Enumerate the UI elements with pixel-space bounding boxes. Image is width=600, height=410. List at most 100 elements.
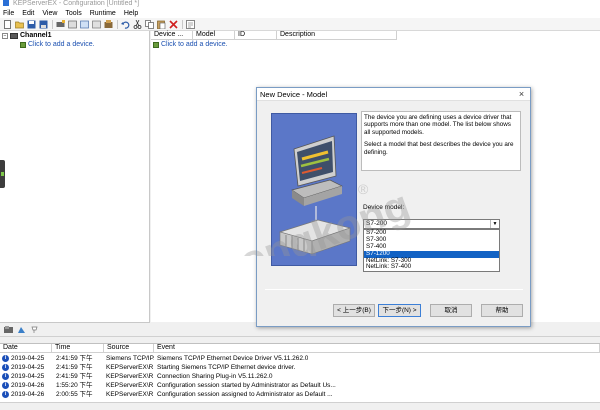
copy-icon[interactable] — [145, 19, 154, 29]
log-event: Siemens TCP/IP Ethernet Device Driver V5… — [157, 355, 309, 362]
dialog-description: The device you are defining uses a devic… — [361, 111, 521, 171]
channel-label: Channel1 — [20, 32, 52, 39]
close-icon[interactable]: × — [517, 90, 526, 99]
new-device-icon[interactable] — [68, 20, 77, 29]
back-button[interactable]: < 上一步(B) — [333, 304, 375, 317]
add-device-link[interactable]: Click to add a device. — [161, 41, 228, 49]
menu-edit[interactable]: Edit — [22, 10, 34, 17]
add-device-link[interactable]: Click to add a device. — [28, 41, 95, 49]
log-date: 2019-04-25 — [11, 355, 45, 362]
alias-icon[interactable] — [17, 326, 26, 334]
new-tag-icon[interactable] — [80, 20, 89, 29]
collapse-icon[interactable]: − — [2, 33, 8, 39]
device-model-dropdown[interactable]: S7-200 S7-300 S7-400 S7-1200 NetLink: S7… — [363, 229, 500, 272]
device-model-value: S7-200 — [366, 220, 387, 227]
toolbar-separator — [52, 19, 53, 29]
log-event: Configuration session assigned to Admini… — [157, 391, 333, 398]
log-date: 2019-04-25 — [11, 373, 45, 380]
cut-icon[interactable] — [133, 19, 142, 29]
description-text: The device you are defining uses a devic… — [364, 114, 512, 136]
log-header-source[interactable]: Source — [104, 344, 154, 353]
model-option[interactable]: NetLink: S7-400 — [364, 264, 499, 271]
paste-icon[interactable] — [157, 20, 166, 29]
event-icon[interactable] — [30, 326, 39, 334]
log-time: 2:41:59 下午 — [56, 355, 93, 362]
log-header-date[interactable]: Date — [0, 344, 52, 353]
dialog-title: New Device - Model — [260, 89, 328, 99]
log-date: 2019-04-26 — [11, 391, 45, 398]
log-row[interactable]: i 2019-04-25 2:41:59 下午 Siemens TCP/IP..… — [0, 354, 600, 363]
log-event: Connection Sharing Plug-in V5.11.262.0 — [157, 373, 273, 380]
tree-toolbar — [0, 322, 150, 336]
pane-splitter[interactable] — [0, 336, 600, 343]
menu-runtime[interactable]: Runtime — [90, 10, 116, 17]
device-model-select[interactable]: S7-200 ▼ — [363, 219, 500, 229]
log-source: KEPServerEX\R... — [106, 391, 154, 398]
log-source: KEPServerEX\R... — [106, 364, 154, 371]
undo-icon[interactable] — [121, 20, 130, 29]
menu-tools[interactable]: Tools — [65, 10, 81, 17]
channel-icon — [10, 33, 18, 39]
toolbar-separator — [117, 19, 118, 29]
log-date: 2019-04-25 — [11, 364, 45, 371]
log-row[interactable]: i 2019-04-26 2:00:55 下午 KEPServerEX\R...… — [0, 390, 600, 399]
import-icon[interactable] — [104, 19, 113, 29]
log-row[interactable]: i 2019-04-25 2:41:59 下午 KEPServerEX\R...… — [0, 372, 600, 381]
new-group-icon[interactable] — [92, 20, 101, 29]
description-instruction: Select a model that best describes the d… — [364, 141, 514, 156]
chevron-down-icon[interactable]: ▼ — [490, 220, 499, 228]
info-icon: i — [2, 373, 9, 380]
log-row[interactable]: i 2019-04-25 2:41:59 下午 KEPServerEX\R...… — [0, 363, 600, 372]
dialog-title-bar: New Device - Model × — [257, 88, 530, 101]
menu-help[interactable]: Help — [124, 10, 138, 17]
log-date: 2019-04-26 — [11, 382, 45, 389]
toolbar-separator — [182, 19, 183, 29]
project-tree: − Channel1 Click to add a device. — [0, 31, 150, 322]
log-event: Starting Siemens TCP/IP Ethernet device … — [157, 364, 296, 371]
column-header-model[interactable]: Model — [193, 31, 235, 40]
delete-icon[interactable] — [169, 19, 178, 29]
side-panel-tab[interactable] — [0, 160, 5, 188]
column-header-id[interactable]: ID — [235, 31, 277, 40]
new-channel-icon[interactable] — [56, 19, 65, 29]
log-event: Configuration session started by Adminis… — [157, 382, 336, 389]
info-icon: i — [2, 391, 9, 398]
log-time: 2:41:59 下午 — [56, 373, 93, 380]
help-button[interactable]: 帮助 — [481, 304, 523, 317]
log-header-time[interactable]: Time — [52, 344, 104, 353]
toolbar — [0, 18, 600, 31]
save-as-icon[interactable] — [39, 20, 48, 29]
info-icon: i — [2, 364, 9, 371]
menu-file[interactable]: File — [3, 10, 14, 17]
event-log: Date Time Source Event i 2019-04-25 2:41… — [0, 343, 600, 402]
title-bar: KEPServerEX - Configuration [Untitled *] — [0, 0, 600, 8]
log-source: KEPServerEX\R... — [106, 382, 154, 389]
new-device-model-dialog: New Device - Model × The device you are … — [256, 87, 531, 327]
add-device-icon — [20, 42, 26, 48]
menu-view[interactable]: View — [42, 10, 57, 17]
save-icon[interactable] — [27, 20, 36, 29]
open-icon[interactable] — [15, 20, 24, 29]
list-item-add-device[interactable]: Click to add a device. — [153, 41, 228, 49]
tree-item-add-device[interactable]: Click to add a device. — [20, 41, 95, 49]
info-icon: i — [2, 382, 9, 389]
project-icon[interactable] — [4, 325, 13, 334]
column-header-description[interactable]: Description — [277, 31, 397, 40]
log-row[interactable]: i 2019-04-26 1:55:20 下午 KEPServerEX\R...… — [0, 381, 600, 390]
new-icon[interactable] — [3, 19, 12, 29]
log-header-event[interactable]: Event — [154, 344, 600, 353]
window-title: KEPServerEX - Configuration [Untitled *] — [12, 0, 140, 7]
dialog-divider — [265, 289, 523, 290]
status-bar — [0, 402, 600, 410]
cancel-button[interactable]: 取消 — [430, 304, 472, 317]
info-icon: i — [2, 355, 9, 362]
add-device-icon — [153, 42, 159, 48]
log-source: Siemens TCP/IP... — [106, 355, 154, 362]
column-header-device[interactable]: Device ... — [151, 31, 193, 40]
next-button[interactable]: 下一步(N) > — [378, 304, 421, 317]
device-model-label: Device model: — [363, 204, 405, 211]
log-source: KEPServerEX\R... — [106, 373, 154, 380]
log-time: 2:00:55 下午 — [56, 391, 93, 398]
properties-icon[interactable] — [186, 19, 195, 29]
tree-item-channel[interactable]: − Channel1 — [2, 32, 52, 40]
